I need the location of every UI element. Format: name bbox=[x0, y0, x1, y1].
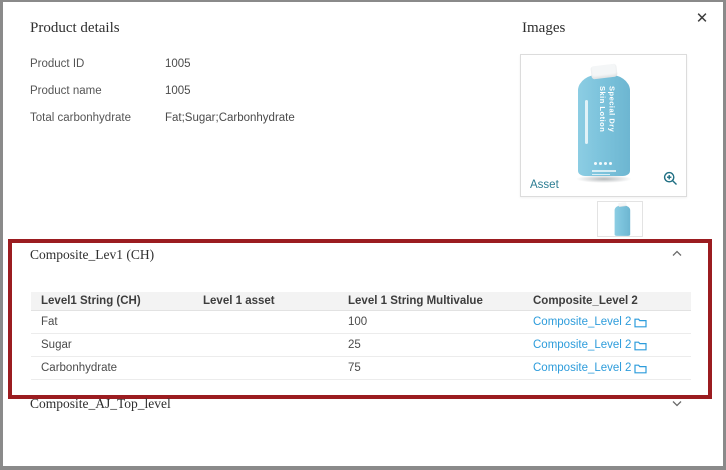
bottle-label-text: Special Dry Skin Lotion bbox=[598, 86, 617, 158]
composite-level2-link[interactable]: Composite_Level 2 bbox=[533, 362, 647, 374]
col-level1-asset: Level 1 asset bbox=[193, 292, 338, 311]
page-title: Product details bbox=[30, 20, 120, 37]
section-composite-aj-top-level-title[interactable]: Composite_AJ_Top_level bbox=[30, 396, 171, 412]
magnifier-zoom-in-icon[interactable] bbox=[663, 171, 678, 191]
table-row: Carbonhydrate 75 Composite_Level 2 bbox=[31, 357, 691, 380]
table-header-row: Level1 String (CH) Level 1 asset Level 1… bbox=[31, 292, 691, 311]
table-row: Fat 100 Composite_Level 2 bbox=[31, 311, 691, 334]
image-thumbnail[interactable] bbox=[597, 201, 643, 237]
col-level1-string: Level1 String (CH) bbox=[31, 292, 193, 311]
folder-icon bbox=[634, 363, 647, 374]
cell-level1-string: Carbonhydrate bbox=[31, 357, 193, 380]
field-value-product-name: 1005 bbox=[165, 85, 191, 97]
field-value-total-carbonhydrate: Fat;Sugar;Carbonhydrate bbox=[165, 112, 295, 124]
composite-level2-link[interactable]: Composite_Level 2 bbox=[533, 339, 647, 351]
chevron-down-icon[interactable] bbox=[671, 396, 685, 410]
field-label-total-carbonhydrate: Total carbonhydrate bbox=[30, 112, 131, 124]
table-row: Sugar 25 Composite_Level 2 bbox=[31, 334, 691, 357]
close-icon[interactable]: ✕ bbox=[693, 10, 711, 28]
field-value-product-id: 1005 bbox=[165, 58, 191, 70]
cell-level1-asset bbox=[193, 334, 338, 357]
composite-lev1-table: Level1 String (CH) Level 1 asset Level 1… bbox=[31, 292, 691, 380]
cell-level1-string: Sugar bbox=[31, 334, 193, 357]
section-composite-lev1-title[interactable]: Composite_Lev1 (CH) bbox=[30, 247, 154, 263]
bottle-logo bbox=[594, 162, 612, 165]
asset-link[interactable]: Asset bbox=[530, 179, 559, 191]
cell-level1-asset bbox=[193, 357, 338, 380]
folder-icon bbox=[634, 317, 647, 328]
field-label-product-name: Product name bbox=[30, 85, 102, 97]
composite-level2-link[interactable]: Composite_Level 2 bbox=[533, 316, 647, 328]
col-composite-level2: Composite_Level 2 bbox=[523, 292, 691, 311]
cell-level1-asset bbox=[193, 311, 338, 334]
col-level1-multivalue: Level 1 String Multivalue bbox=[338, 292, 523, 311]
bottle-body: Special Dry Skin Lotion bbox=[578, 74, 630, 176]
images-section-title: Images bbox=[522, 20, 565, 37]
product-image: Special Dry Skin Lotion bbox=[574, 63, 634, 183]
folder-icon bbox=[634, 340, 647, 351]
cell-multivalue: 75 bbox=[338, 357, 523, 380]
cell-multivalue: 25 bbox=[338, 334, 523, 357]
product-details-modal: { "modal": { "title": "Product details",… bbox=[0, 0, 726, 470]
field-label-product-id: Product ID bbox=[30, 58, 84, 70]
cell-multivalue: 100 bbox=[338, 311, 523, 334]
chevron-up-icon[interactable] bbox=[671, 247, 685, 261]
product-image-card: Special Dry Skin Lotion Asset bbox=[520, 54, 687, 197]
cell-level1-string: Fat bbox=[31, 311, 193, 334]
